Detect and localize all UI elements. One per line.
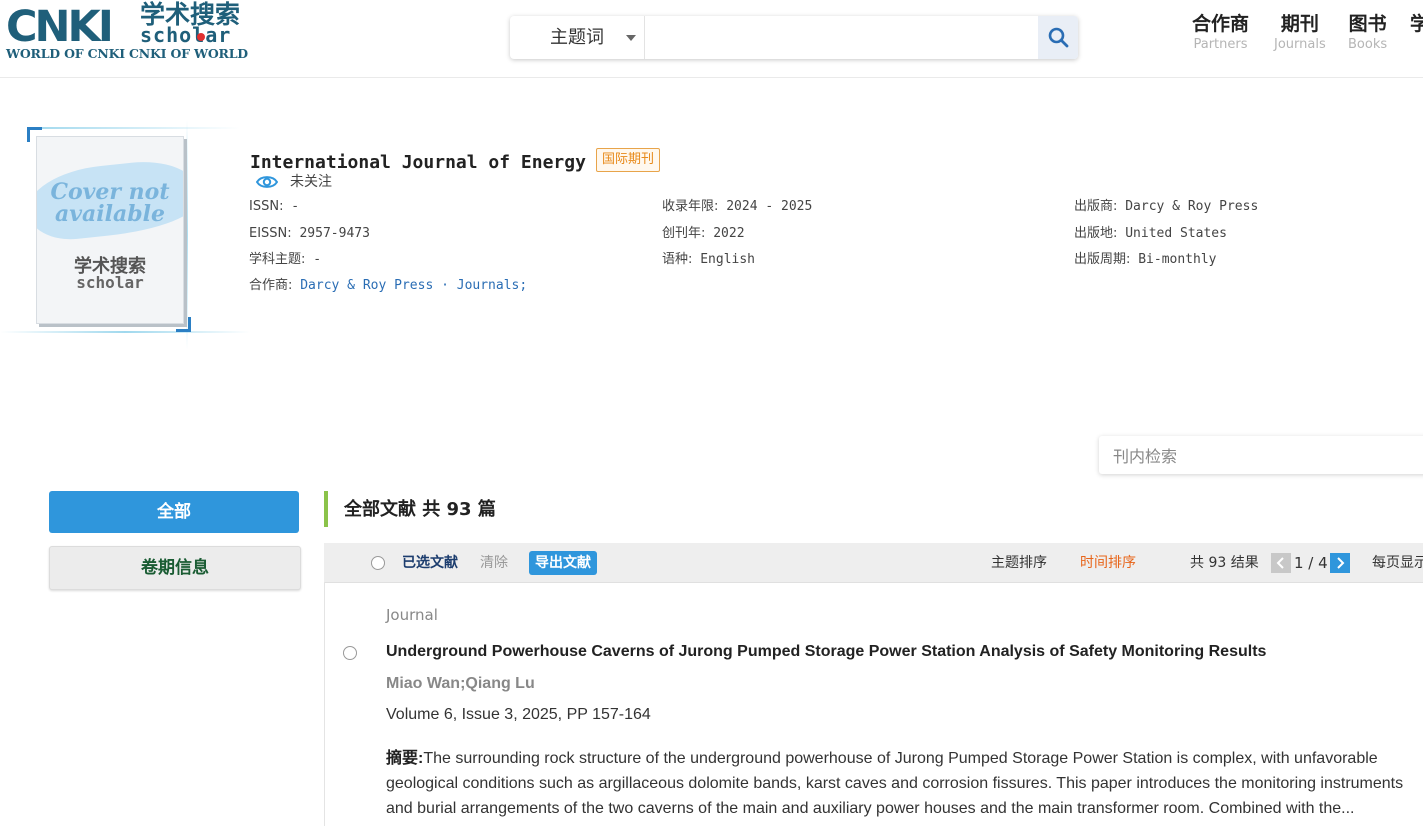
caret-down-icon — [626, 35, 636, 41]
top-header: CNKI 学术搜索 scholar WORLD OF CNKI CNKI OF … — [0, 0, 1423, 78]
nav-more[interactable]: 学 — [1410, 12, 1423, 36]
selected-docs-link[interactable]: 已选文献 — [402, 553, 458, 573]
abstract-text-2: geological conditions such as argillaceo… — [386, 775, 1404, 792]
subject-value: - — [305, 252, 322, 267]
nav-partners-label: 合作商 — [1192, 13, 1250, 35]
publisher-value: Darcy & Roy Press — [1117, 199, 1259, 214]
search-icon — [1048, 27, 1069, 48]
clear-selection-link[interactable]: 清除 — [480, 553, 508, 573]
language-label: 语种: — [662, 252, 693, 267]
search-button[interactable] — [1038, 16, 1078, 59]
in-journal-search-input[interactable] — [1111, 442, 1415, 470]
issn-label: ISSN: — [249, 199, 284, 214]
frequency-label: 出版周期: — [1074, 252, 1131, 267]
per-page-selector[interactable]: 每页显示 — [1372, 553, 1423, 573]
logo-subtitle: WORLD OF CNKI CNKI OF WORLD — [6, 46, 248, 61]
eissn-value: 2957-9473 — [291, 226, 370, 241]
issn-row: ISSN: - — [249, 198, 299, 216]
publish-place-row: 出版地: United States — [1074, 225, 1227, 243]
partners-link[interactable]: Darcy & Roy Press · Journals; — [292, 278, 527, 293]
founded-year-value: 2022 — [705, 226, 745, 241]
cover-placeholder-text: Cover not available — [50, 179, 170, 227]
result-authors[interactable]: Miao Wan;Qiang Lu — [386, 674, 535, 694]
abstract-label: 摘要: — [386, 750, 424, 767]
select-all-radio[interactable] — [371, 556, 385, 570]
result-title-link[interactable]: Underground Powerhouse Caverns of Jurong… — [386, 641, 1266, 663]
next-page-button[interactable] — [1330, 553, 1350, 573]
subject-row: 学科主题: - — [249, 251, 321, 269]
founded-year-label: 创刊年: — [662, 226, 706, 241]
result-abstract: 摘要:The surrounding rock structure of the… — [386, 746, 1423, 821]
results-total: 共 93 结果 — [1190, 555, 1259, 571]
partners-row: 合作商: Darcy & Roy Press · Journals; — [249, 277, 527, 295]
search-field-label: 主题词 — [550, 27, 604, 48]
main-search-bar: 主题词 — [510, 16, 1078, 59]
follow-status-label: 未关注 — [290, 174, 332, 190]
sort-by-subject[interactable]: 主题排序 — [991, 553, 1047, 573]
publish-place-label: 出版地: — [1074, 226, 1118, 241]
search-field-select[interactable]: 主题词 — [510, 16, 645, 59]
international-journal-badge: 国际期刊 — [596, 148, 661, 172]
cover-logo-scholar: scholar — [76, 273, 144, 292]
sidebar-volume-info-button[interactable]: 卷期信息 — [49, 546, 301, 590]
nav-journals-sublabel: Journals — [1274, 37, 1326, 52]
result-select-radio[interactable] — [343, 646, 357, 660]
eissn-label: EISSN: — [249, 226, 292, 241]
nav-partners[interactable]: 合作商 Partners — [1192, 12, 1249, 54]
sidebar-all-button[interactable]: 全部 — [49, 491, 299, 533]
cnki-logo[interactable]: CNKI — [6, 4, 114, 50]
coverage-years-row: 收录年限: 2024 - 2025 — [662, 198, 812, 216]
logo-red-dot — [197, 33, 205, 41]
results-heading: 全部文献 共 93 篇 — [344, 499, 496, 520]
chevron-right-icon — [1337, 557, 1345, 569]
frequency-row: 出版周期: Bi-monthly — [1074, 251, 1216, 269]
coverage-years-label: 收录年限: — [662, 199, 719, 214]
abstract-text-3: and burial arrangements of the two caver… — [386, 800, 1355, 817]
nav-books-sublabel: Books — [1348, 37, 1388, 52]
founded-year-row: 创刊年: 2022 — [662, 225, 745, 243]
nav-journals-label: 期刊 — [1280, 13, 1319, 35]
chevron-left-icon — [1276, 557, 1284, 569]
in-journal-search — [1099, 436, 1423, 474]
eissn-row: EISSN: 2957-9473 — [249, 225, 370, 243]
nav-journals[interactable]: 期刊 Journals — [1274, 12, 1326, 54]
nav-books[interactable]: 图书 Books — [1348, 12, 1387, 54]
abstract-text-1: The surrounding rock structure of the un… — [423, 750, 1378, 767]
language-value: English — [692, 252, 756, 267]
subject-label: 学科主题: — [249, 252, 306, 267]
search-input[interactable] — [646, 22, 1036, 54]
logo-scholar-text: scholar — [140, 23, 232, 47]
nav-books-label: 图书 — [1348, 13, 1387, 35]
coverage-years-value: 2024 - 2025 — [718, 199, 813, 214]
export-docs-button[interactable]: 导出文献 — [529, 551, 597, 575]
results-divider — [324, 582, 325, 826]
language-row: 语种: English — [662, 251, 755, 269]
result-type: Journal — [386, 606, 438, 624]
nav-partners-sublabel: Partners — [1193, 37, 1248, 52]
publish-place-value: United States — [1117, 226, 1227, 241]
eye-icon — [256, 176, 278, 188]
abstract-line-1: 摘要:The surrounding rock structure of the… — [386, 746, 1423, 771]
results-heading-accent — [324, 491, 328, 527]
result-volume-info: Volume 6, Issue 3, 2025, PP 157-164 — [386, 706, 651, 723]
publisher-row: 出版商: Darcy & Roy Press — [1074, 198, 1258, 216]
sort-by-time[interactable]: 时间排序 — [1080, 553, 1136, 573]
results-toolbar: 已选文献 清除 导出文献 主题排序 时间排序 共 93 结果 1 / 4 每页显… — [324, 543, 1423, 583]
publisher-label: 出版商: — [1074, 199, 1118, 214]
nav-more-label: 学 — [1410, 13, 1423, 35]
issn-value: - — [283, 199, 300, 214]
frequency-value: Bi-monthly — [1130, 252, 1217, 267]
prev-page-button[interactable] — [1271, 553, 1291, 573]
partners-label: 合作商: — [249, 278, 293, 293]
page-indicator: 1 / 4 — [1294, 554, 1328, 572]
journal-cover: Cover not available 学术搜索 scholar — [36, 136, 184, 324]
